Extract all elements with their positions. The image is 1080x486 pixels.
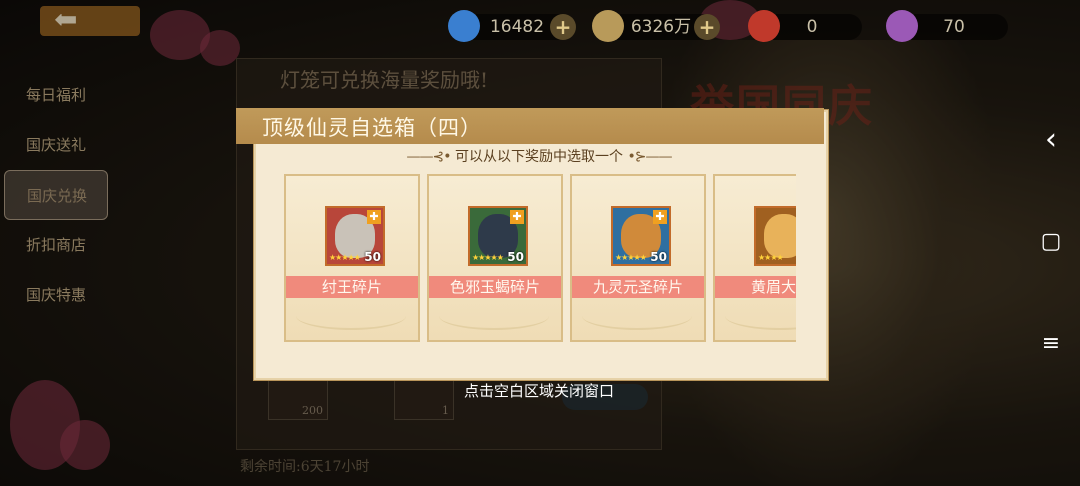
menu-item-daily[interactable]: 每日福利 xyxy=(0,70,112,120)
modal-title: 顶级仙灵自选箱（四） xyxy=(262,116,482,140)
reward-card[interactable]: ✚ ★★★★★ 50 纣王碎片 xyxy=(284,174,420,342)
reward-card-list[interactable]: ✚ ★★★★★ 50 纣王碎片 ✚ ★★★★★ 50 色邪玉蝎碎片 ✚ ★★★★… xyxy=(284,174,796,344)
fragment-count: 50 xyxy=(507,250,524,264)
system-nav-bar: ‹ ▢ ≡ xyxy=(1022,100,1080,400)
fragment-count: 50 xyxy=(364,250,381,264)
reward-card[interactable]: ★★★★ 黄眉大王 xyxy=(713,174,796,342)
hero-portrait: ✚ ★★★★★ 50 xyxy=(468,206,528,266)
modal-subtitle: 可以从以下奖励中选取一个 xyxy=(455,149,623,165)
reward-name: 纣王碎片 xyxy=(286,276,418,298)
reward-name: 黄眉大王 xyxy=(715,276,796,298)
hero-portrait: ✚ ★★★★★ 50 xyxy=(325,206,385,266)
cloud-decoration xyxy=(439,302,549,330)
hero-face xyxy=(764,214,796,258)
lantern-counter: 0 xyxy=(748,10,862,42)
hero-portrait: ✚ ★★★★★ 50 xyxy=(611,206,671,266)
lantern-count: 0 xyxy=(806,17,818,37)
side-menu: 每日福利 国庆送礼 国庆兑换 折扣商店 国庆特惠 xyxy=(0,70,112,320)
fragment-count: 50 xyxy=(650,250,667,264)
add-gems-button[interactable]: + xyxy=(550,14,576,40)
nav-back-icon[interactable]: ‹ xyxy=(1022,120,1080,160)
cloud-decoration xyxy=(582,302,692,330)
gem-counter: 16482 + xyxy=(448,10,576,42)
arrow-left-icon: ⬅ xyxy=(54,3,78,36)
menu-item-special[interactable]: 国庆特惠 xyxy=(0,270,112,320)
star-rating: ★★★★★ xyxy=(615,253,647,262)
balloon-count: 70 xyxy=(943,17,965,37)
reward-card[interactable]: ✚ ★★★★★ 50 九灵元圣碎片 xyxy=(570,174,706,342)
coin-counter: 6326万 + xyxy=(592,10,720,42)
reward-name: 九灵元圣碎片 xyxy=(572,276,704,298)
fragment-badge-icon: ✚ xyxy=(510,210,524,224)
divider-ornament-right: •⊱—— xyxy=(627,149,672,165)
lantern-icon xyxy=(748,10,780,42)
menu-item-gifts[interactable]: 国庆送礼 xyxy=(0,120,112,170)
hero-portrait: ★★★★ xyxy=(754,206,796,266)
add-coins-button[interactable]: + xyxy=(694,14,720,40)
gem-count: 16482 xyxy=(489,17,545,37)
close-hint: 点击空白区域关闭窗口 xyxy=(464,382,615,400)
coin-icon xyxy=(592,10,624,42)
balloon-counter: 70 xyxy=(886,10,1008,42)
coin-count: 6326万 xyxy=(630,17,692,37)
cloud-decoration xyxy=(725,302,796,330)
menu-item-exchange[interactable]: 国庆兑换 xyxy=(4,170,108,220)
fragment-badge-icon: ✚ xyxy=(367,210,381,224)
nav-menu-icon[interactable]: ≡ xyxy=(1022,324,1080,364)
divider-ornament-left: ——⊰• xyxy=(406,149,452,165)
reward-name: 色邪玉蝎碎片 xyxy=(429,276,561,298)
star-rating: ★★★★★ xyxy=(329,253,361,262)
balloon-icon xyxy=(886,10,918,42)
gem-icon xyxy=(448,10,480,42)
modal-subtitle-row: ——⊰• 可以从以下奖励中选取一个 •⊱—— xyxy=(254,146,824,166)
reward-card[interactable]: ✚ ★★★★★ 50 色邪玉蝎碎片 xyxy=(427,174,563,342)
back-button[interactable]: ⬅ xyxy=(40,6,140,36)
star-rating: ★★★★ xyxy=(758,253,784,262)
cloud-decoration xyxy=(296,302,406,330)
fragment-badge-icon: ✚ xyxy=(653,210,667,224)
nav-home-icon[interactable]: ▢ xyxy=(1022,222,1080,262)
menu-item-discount[interactable]: 折扣商店 xyxy=(0,220,112,270)
star-rating: ★★★★★ xyxy=(472,253,504,262)
